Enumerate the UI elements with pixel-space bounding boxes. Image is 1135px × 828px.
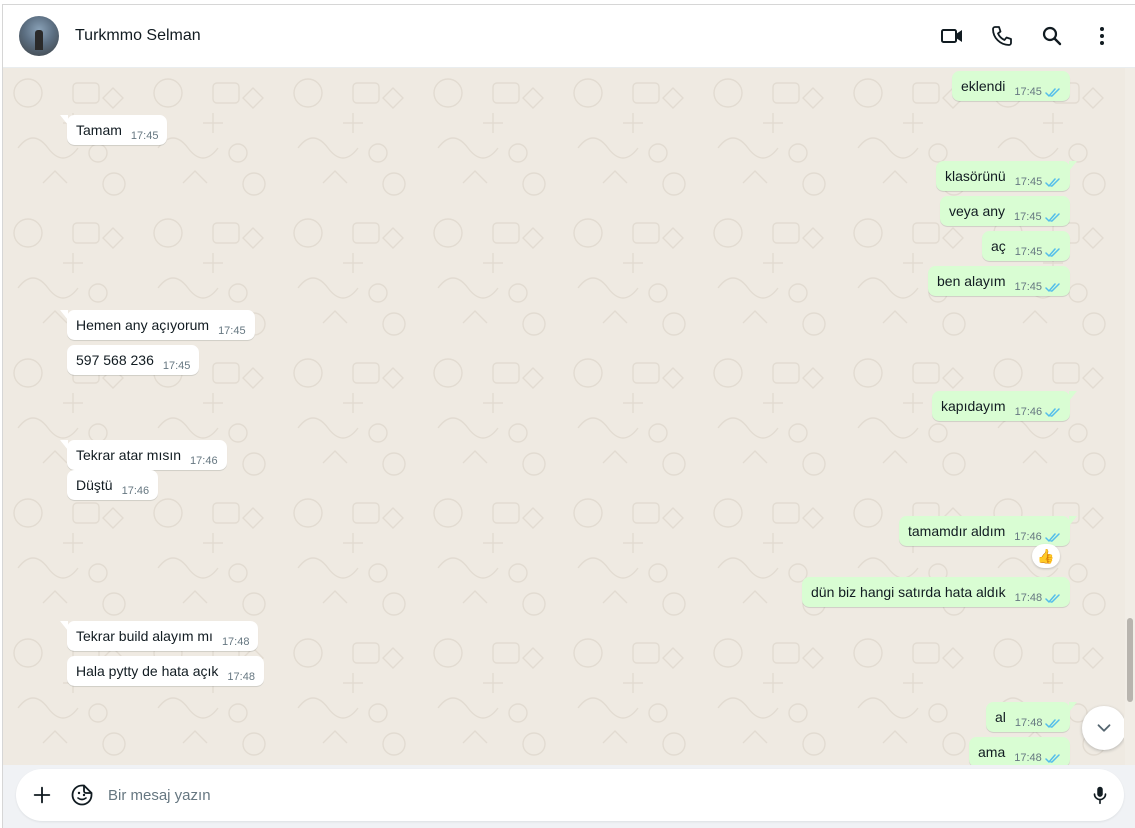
message-text: al: [995, 709, 1006, 725]
message-reaction[interactable]: 👍: [1032, 544, 1060, 568]
search-icon[interactable]: [1038, 22, 1066, 50]
message-time: 17:45: [1014, 176, 1043, 188]
incoming-message[interactable]: Hemen any açıyorum 17:45: [60, 310, 255, 340]
incoming-message[interactable]: 597 568 236 17:45: [67, 345, 200, 375]
message-time: 17:48: [1014, 717, 1043, 729]
message-text: Tekrar build alayım mı: [76, 628, 213, 644]
message-time: 17:45: [1014, 281, 1043, 293]
chat-scrollbar[interactable]: [1125, 68, 1135, 765]
read-ticks-icon: [1045, 718, 1061, 728]
contact-avatar[interactable]: [19, 16, 59, 56]
voice-call-icon[interactable]: [988, 22, 1016, 50]
message-input[interactable]: [108, 783, 1068, 807]
message-time: 17:45: [130, 130, 159, 142]
attach-plus-icon[interactable]: [30, 783, 54, 807]
outgoing-message[interactable]: eklendi 17:45: [952, 71, 1070, 101]
message-time: 17:45: [1014, 86, 1042, 98]
video-call-icon[interactable]: [938, 22, 966, 50]
incoming-message[interactable]: Tekrar atar mısın 17:46: [60, 440, 227, 470]
message-text: veya any: [949, 203, 1006, 219]
microphone-icon[interactable]: [1088, 783, 1112, 807]
scrollbar-thumb[interactable]: [1127, 618, 1133, 702]
message-time: 17:45: [1014, 246, 1043, 258]
message-text: Hemen any açıyorum: [76, 317, 210, 333]
chevron-down-icon: [1097, 724, 1111, 732]
chat-window: Turkmmo Selman eklendi 17:45 Tamam 17:45…: [2, 4, 1135, 828]
read-ticks-icon: [1045, 593, 1060, 603]
menu-icon[interactable]: [1088, 22, 1116, 50]
chat-header[interactable]: Turkmmo Selman: [3, 5, 1135, 68]
message-list[interactable]: eklendi 17:45 Tamam 17:45 klasörünü 17:45 veya…: [3, 68, 1124, 765]
message-time: 17:45: [162, 360, 191, 372]
message-text: kapıdayım: [941, 398, 1006, 414]
message-text: ben alayım: [937, 273, 1006, 289]
sticker-emoji-icon[interactable]: [70, 783, 94, 807]
message-time: 17:46: [190, 455, 218, 467]
outgoing-message[interactable]: al 17:48: [986, 702, 1078, 732]
message-time: 17:48: [1014, 752, 1042, 764]
message-text: klasörünü: [945, 168, 1006, 184]
message-time: 17:48: [227, 671, 255, 683]
composer-box: [16, 769, 1124, 821]
message-text: 597 568 236: [76, 352, 154, 368]
message-time: 17:45: [1014, 211, 1042, 223]
outgoing-message[interactable]: klasörünü 17:45: [936, 161, 1078, 191]
incoming-message[interactable]: Düştü 17:46: [67, 470, 159, 500]
message-text: eklendi: [961, 78, 1006, 94]
message-time: 17:46: [121, 485, 150, 497]
message-text: aç: [991, 238, 1006, 254]
message-time: 17:46: [1014, 406, 1043, 418]
outgoing-message[interactable]: tamamdır aldım 17:46: [899, 516, 1077, 546]
message-text: Tamam: [76, 122, 122, 138]
composer: [3, 765, 1135, 828]
message-text: dün biz hangi satırda hata aldık: [811, 584, 1006, 600]
incoming-message[interactable]: Hala pytty de hata açık 17:48: [67, 656, 264, 686]
read-ticks-icon: [1045, 87, 1060, 97]
message-time: 17:48: [1014, 592, 1043, 604]
read-ticks-icon: [1045, 247, 1061, 257]
message-text: Hala pytty de hata açık: [76, 663, 219, 679]
message-text: ama: [978, 744, 1006, 760]
outgoing-message[interactable]: aç 17:45: [982, 231, 1071, 261]
message-text: Tekrar atar mısın: [76, 447, 182, 463]
incoming-message[interactable]: Tamam 17:45: [59, 115, 168, 145]
message-time: 17:46: [1014, 531, 1042, 543]
message-text: Düştü: [76, 477, 113, 493]
read-ticks-icon: [1044, 212, 1060, 222]
read-ticks-icon: [1045, 282, 1060, 292]
incoming-message[interactable]: Tekrar build alayım mı 17:48: [59, 621, 259, 651]
outgoing-message[interactable]: ben alayım 17:45: [928, 266, 1071, 296]
read-ticks-icon: [1045, 407, 1060, 417]
read-ticks-icon: [1045, 532, 1060, 542]
contact-name[interactable]: Turkmmo Selman: [75, 27, 201, 45]
read-ticks-icon: [1045, 753, 1060, 763]
message-time: 17:48: [221, 636, 250, 648]
outgoing-message[interactable]: kapıdayım 17:46: [932, 391, 1078, 421]
outgoing-message[interactable]: ama 17:48: [969, 737, 1070, 765]
outgoing-message[interactable]: veya any 17:45: [940, 196, 1070, 226]
message-text: tamamdır aldım: [908, 523, 1006, 539]
outgoing-message[interactable]: dün biz hangi satırda hata aldık 17:48: [802, 577, 1071, 607]
read-ticks-icon: [1045, 177, 1060, 187]
message-time: 17:45: [218, 325, 246, 337]
scroll-to-bottom-button[interactable]: [1082, 706, 1124, 750]
